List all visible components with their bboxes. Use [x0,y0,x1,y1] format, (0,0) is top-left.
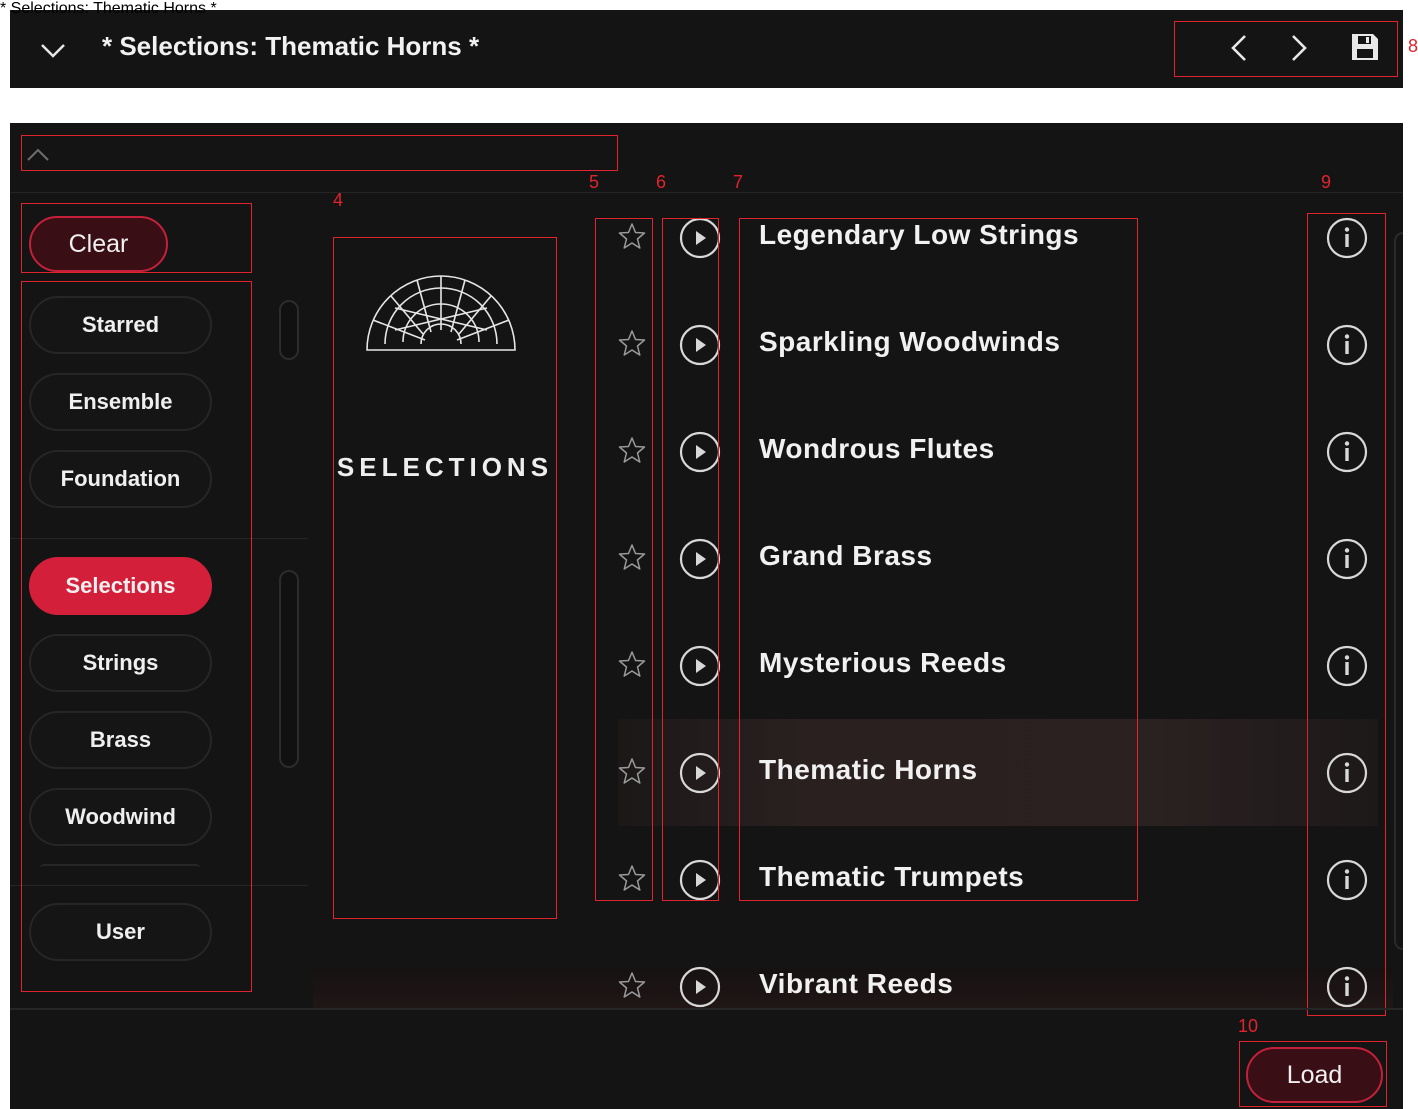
annotation-label-5: 5 [589,172,600,192]
library-label[interactable]: SELECTIONS [333,452,557,483]
annotation-box-load [1239,1041,1387,1107]
footer-divider [10,1008,1403,1010]
header-divider [10,192,1403,193]
annotation-box-names [739,218,1138,901]
annotation-label-9: 9 [1321,172,1332,192]
annotation-box-nav [1174,21,1398,77]
filter-scrollbar-top[interactable] [279,300,299,360]
preset-name[interactable]: Vibrant Reeds [759,968,953,1000]
filter-scrollbar-mid[interactable] [279,570,299,768]
annotation-box-stars [595,218,653,901]
annotation-box-clear [21,203,252,273]
annotation-box-info [1307,213,1386,1016]
chevron-down-icon[interactable] [38,36,68,64]
play-icon[interactable] [678,965,722,1009]
star-icon[interactable] [618,971,646,999]
annotation-box-header [21,135,618,171]
annotation-label-4: 4 [333,190,344,210]
browser-header-title: * Selections: Thematic Horns * [0,0,217,17]
annotation-label-8: 8 [1408,36,1418,56]
annotation-box-filters [21,281,252,992]
selections-logo-icon[interactable] [365,272,517,354]
preset-title: * Selections: Thematic Horns * [102,31,480,61]
annotation-label-10: 10 [1238,1016,1259,1036]
preset-scrollbar[interactable] [1394,232,1403,950]
annotation-label-6: 6 [656,172,667,192]
annotation-label-7: 7 [733,172,744,192]
annotation-box-play [662,218,719,901]
